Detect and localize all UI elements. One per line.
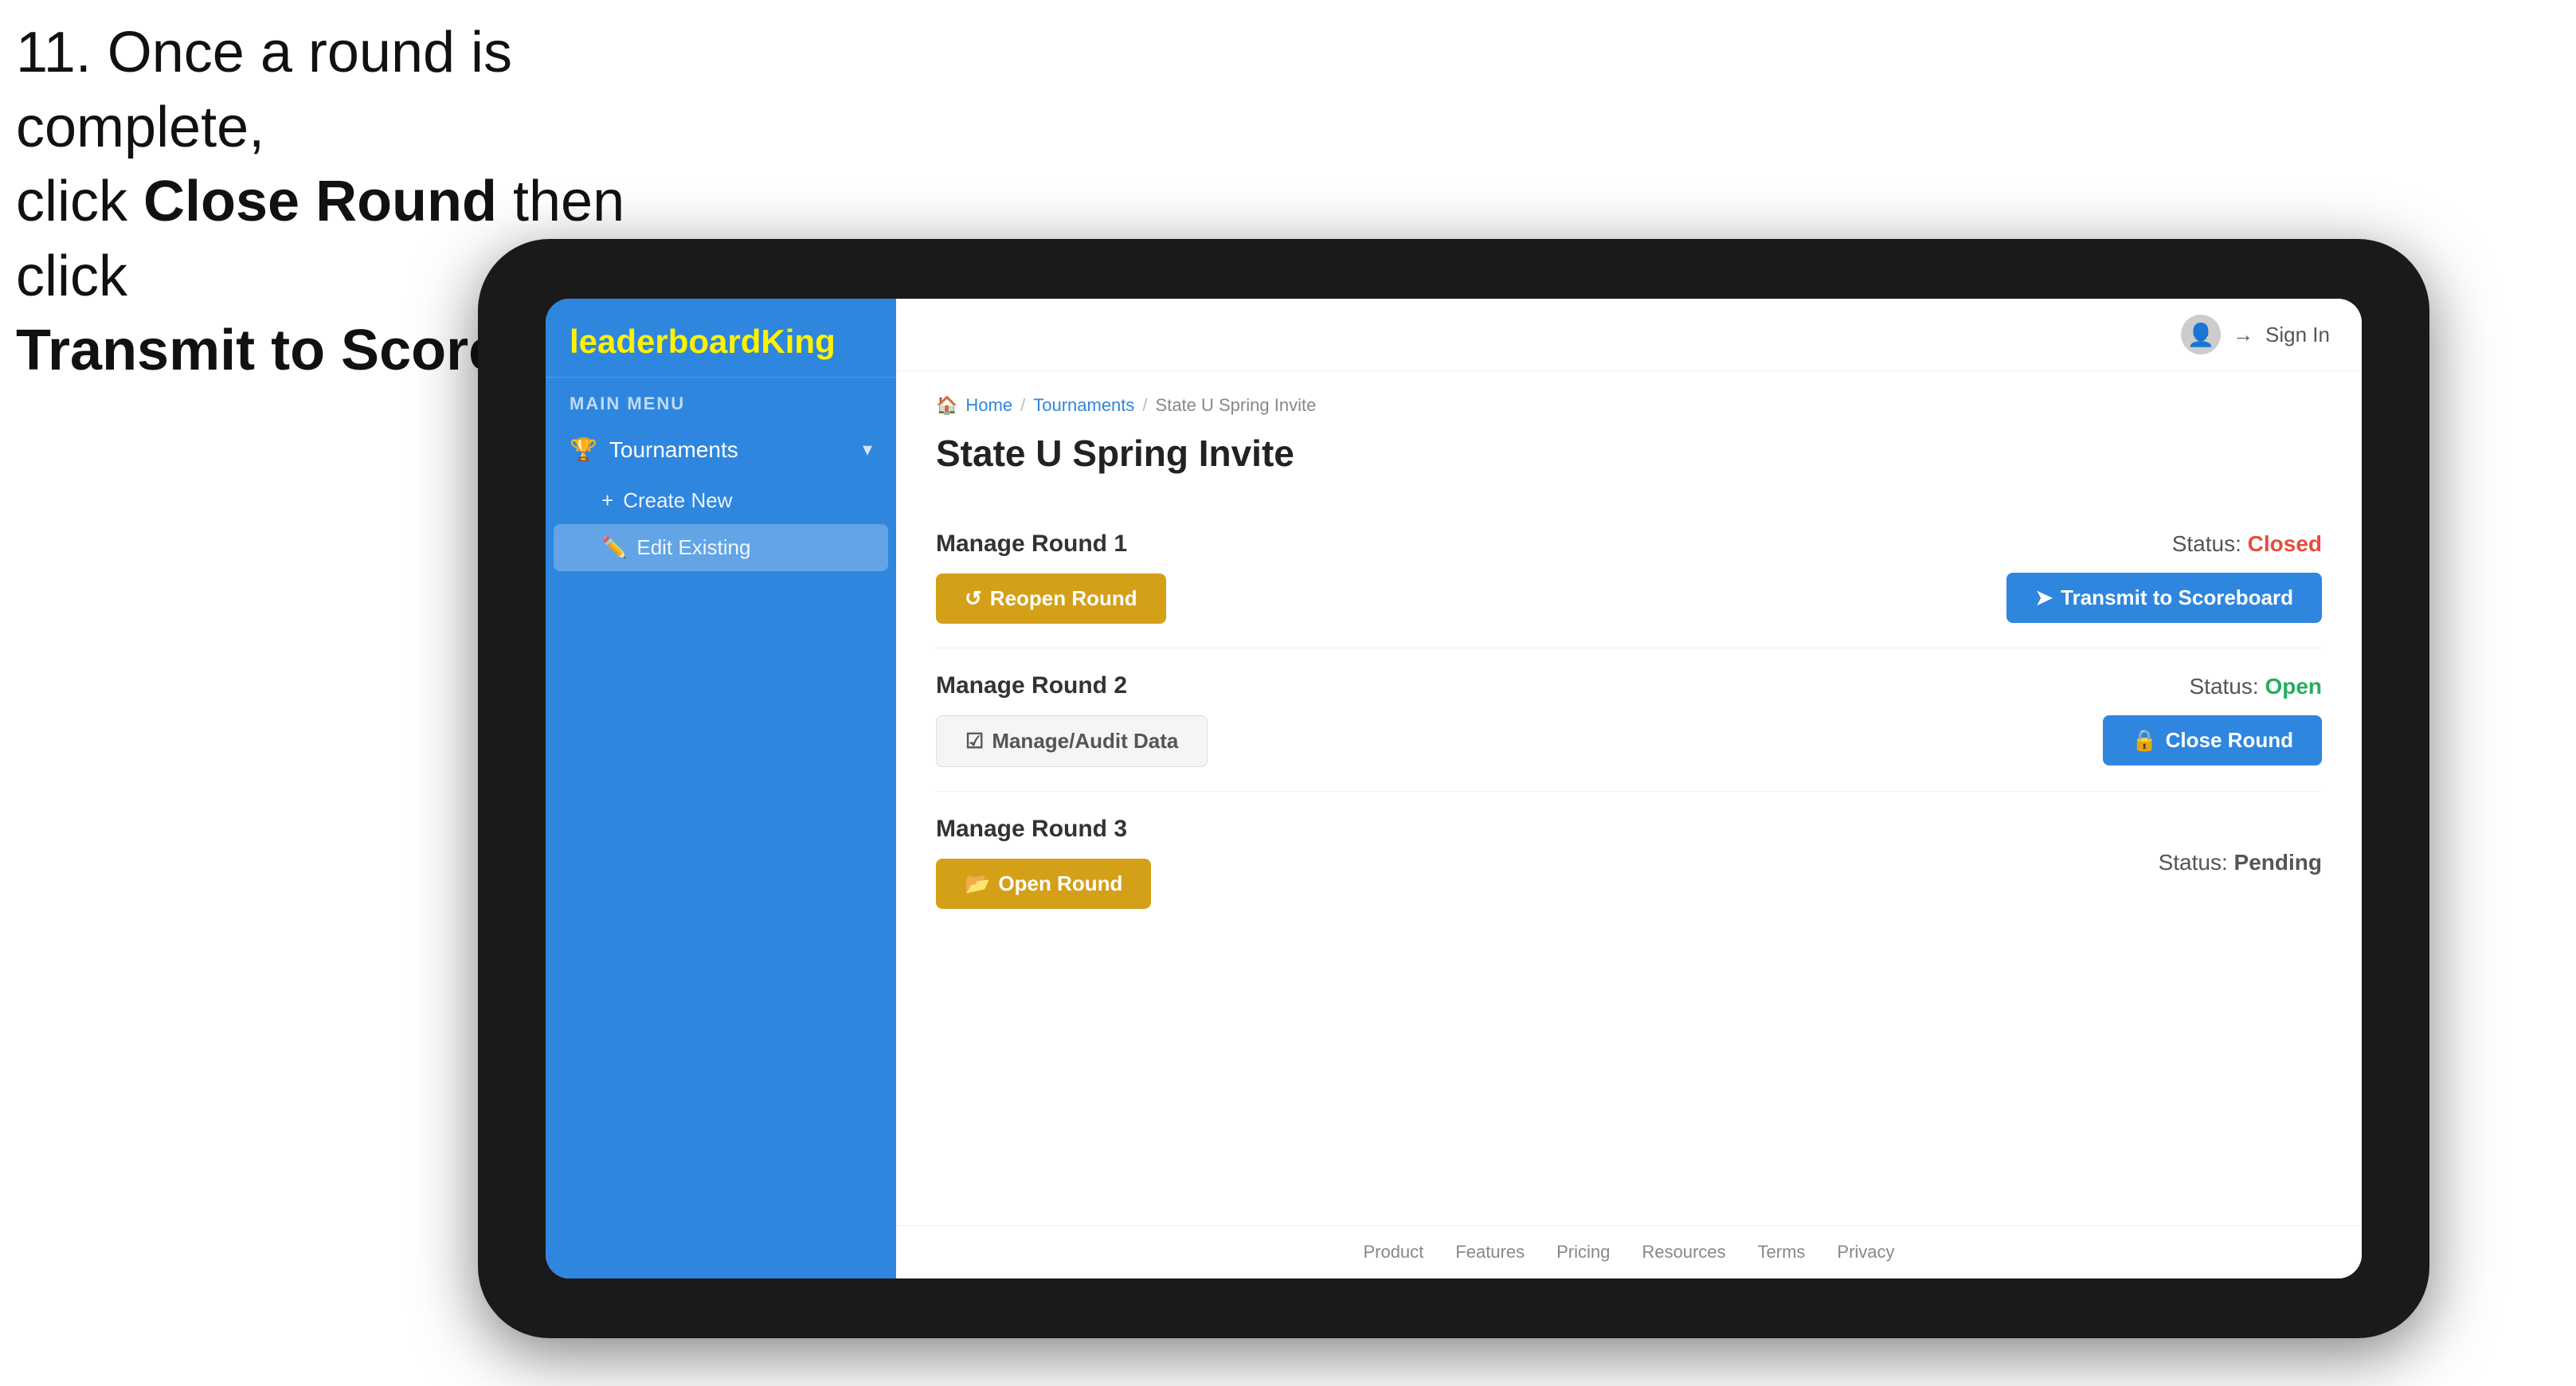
round-3-right: Status: Pending [2159,850,2322,875]
sign-in-area[interactable]: 👤 → Sign In [2181,315,2330,354]
sign-in-label: Sign In [2265,323,2330,347]
round-1-status: Status: Closed [2172,531,2322,557]
breadcrumb-home[interactable]: Home [965,395,1012,416]
tablet-device: leaderboardKing MAIN MENU 🏆 Tournaments … [478,239,2429,1338]
instruction-bold1: Close Round [143,170,497,233]
breadcrumb-tournaments[interactable]: Tournaments [1033,395,1134,416]
round-1-status-value: Closed [2248,531,2322,556]
round-2-row: Manage Round 2 ☑ Manage/Audit Data Statu… [936,648,2322,792]
round-2-status-value: Open [2265,674,2322,699]
edit-existing-label: Edit Existing [636,535,750,560]
round-2-left: Manage Round 2 ☑ Manage/Audit Data [936,672,1208,767]
app-footer: Product Features Pricing Resources Terms… [896,1225,2362,1278]
logo-suffix: King [761,323,835,360]
user-avatar: 👤 [2181,315,2221,354]
sidebar-sub-create-new[interactable]: + Create New [546,477,896,524]
sidebar: leaderboardKing MAIN MENU 🏆 Tournaments … [546,299,896,1278]
sidebar-logo: leaderboardKing [546,299,896,378]
round-3-row: Manage Round 3 📂 Open Round Status: Pend… [936,792,2322,933]
round-1-left: Manage Round 1 ↺ Reopen Round [936,531,1166,624]
breadcrumb: 🏠 Home / Tournaments / State U Spring In… [936,395,2322,416]
round-2-title: Manage Round 2 [936,672,1208,699]
transmit-icon: ➤ [2035,585,2053,610]
audit-icon: ☑ [965,729,984,754]
footer-pricing[interactable]: Pricing [1556,1242,1610,1263]
home-icon: 🏠 [936,395,957,416]
create-new-label: Create New [623,488,732,513]
reopen-round-label: Reopen Round [990,586,1137,611]
chevron-down-icon: ▾ [863,438,872,461]
close-round-label: Close Round [2166,728,2293,753]
round-3-left: Manage Round 3 📂 Open Round [936,816,1151,909]
round-1-title: Manage Round 1 [936,531,1166,558]
top-nav: 👤 → Sign In [896,299,2362,371]
close-round-button[interactable]: 🔒 Close Round [2103,715,2322,765]
logo-prefix: leaderboard [570,323,761,360]
round-1-right: Status: Closed ➤ Transmit to Scoreboard [2006,531,2322,623]
transmit-label: Transmit to Scoreboard [2061,585,2293,610]
tablet-screen: leaderboardKing MAIN MENU 🏆 Tournaments … [546,299,2362,1278]
open-round-button[interactable]: 📂 Open Round [936,859,1151,909]
page-body: 🏠 Home / Tournaments / State U Spring In… [896,371,2362,1225]
breadcrumb-sep-2: / [1142,395,1147,416]
tournaments-nav-label: Tournaments [609,437,738,463]
reopen-round-button[interactable]: ↺ Reopen Round [936,574,1166,624]
footer-resources[interactable]: Resources [1642,1242,1725,1263]
trophy-icon: 🏆 [570,437,597,463]
close-icon: 🔒 [2132,728,2157,753]
round-3-status-value: Pending [2234,850,2322,875]
page-title: State U Spring Invite [936,432,2322,475]
user-icon: 👤 [2187,322,2215,348]
round-3-status-prefix: Status: [2159,850,2228,875]
round-2-status-prefix: Status: [2189,674,2258,699]
logo-text: leaderboardKing [570,323,872,361]
edit-icon: ✏️ [601,535,627,560]
main-menu-label: MAIN MENU [546,378,896,422]
sidebar-sub-edit-existing[interactable]: ✏️ Edit Existing [554,524,888,571]
instruction-line2: click [16,170,143,233]
breadcrumb-sep-1: / [1020,395,1025,416]
round-3-title: Manage Round 3 [936,816,1151,843]
reopen-icon: ↺ [965,586,982,611]
footer-privacy[interactable]: Privacy [1837,1242,1894,1263]
app-layout: leaderboardKing MAIN MENU 🏆 Tournaments … [546,299,2362,1278]
breadcrumb-current: State U Spring Invite [1156,395,1317,416]
round-2-status: Status: Open [2189,674,2322,699]
main-content: 👤 → Sign In 🏠 Home / Tournaments / [896,299,2362,1278]
open-icon: 📂 [965,871,990,896]
manage-audit-button[interactable]: ☑ Manage/Audit Data [936,715,1208,767]
tournaments-nav-left: 🏆 Tournaments [570,437,738,463]
sidebar-item-tournaments[interactable]: 🏆 Tournaments ▾ [546,422,896,477]
round-2-right: Status: Open 🔒 Close Round [2103,674,2322,765]
signin-arrow-icon: → [2233,323,2253,347]
footer-features[interactable]: Features [1455,1242,1525,1263]
round-3-status: Status: Pending [2159,850,2322,875]
footer-product[interactable]: Product [1363,1242,1423,1263]
instruction-line1: 11. Once a round is complete, [16,21,512,159]
footer-terms[interactable]: Terms [1758,1242,1806,1263]
round-1-status-prefix: Status: [2172,531,2241,556]
plus-icon: + [601,488,613,513]
manage-audit-label: Manage/Audit Data [992,729,1178,754]
round-1-row: Manage Round 1 ↺ Reopen Round Status: Cl… [936,507,2322,648]
open-round-label: Open Round [998,871,1122,896]
transmit-to-scoreboard-button[interactable]: ➤ Transmit to Scoreboard [2006,573,2322,623]
